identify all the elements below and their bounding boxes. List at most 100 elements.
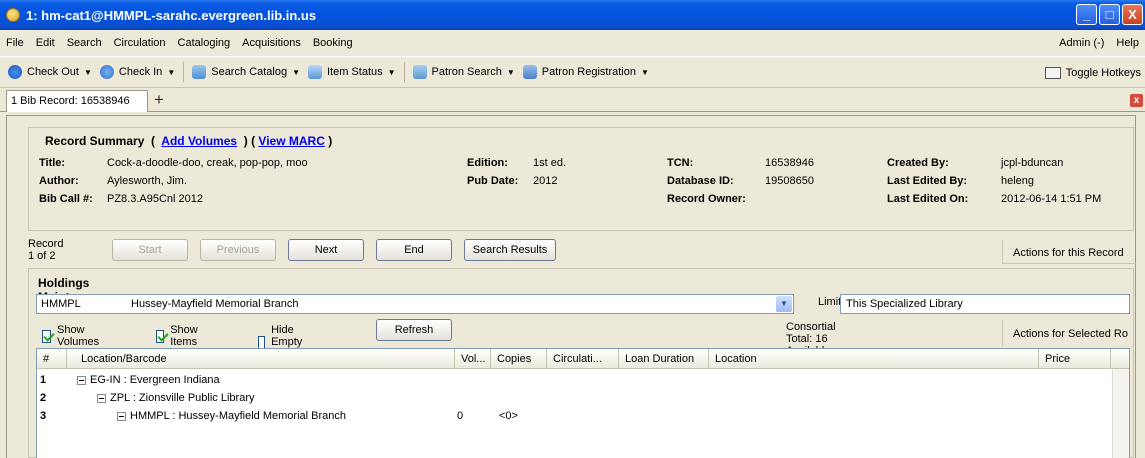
start-button[interactable]: Start: [112, 239, 188, 261]
menu-cataloging[interactable]: Cataloging: [172, 37, 237, 49]
last-edited-by-label: Last Edited By:: [887, 175, 968, 187]
created-by-label: Created By:: [887, 157, 949, 169]
item-status-icon: [307, 65, 322, 79]
menu-edit[interactable]: Edit: [30, 37, 61, 49]
menu-admin[interactable]: Admin (-): [1053, 37, 1110, 49]
edition-value: 1st ed.: [533, 157, 567, 169]
toolbar-separator: [403, 62, 405, 82]
database-id-label: Database ID:: [667, 175, 734, 187]
check-in-button[interactable]: Check In ▼: [96, 60, 179, 84]
chevron-down-icon: ▼: [387, 67, 396, 77]
previous-button[interactable]: Previous: [200, 239, 276, 261]
tree-header: # Location/Barcode Vol... Copies Circula…: [37, 349, 1129, 369]
menu-file[interactable]: File: [0, 37, 30, 49]
title-value: Cock-a-doodle-doo, creak, pop-pop, moo: [107, 157, 308, 169]
pub-date-value: 2012: [533, 175, 558, 187]
collapse-icon[interactable]: [117, 411, 126, 421]
patron-search-button[interactable]: Patron Search ▼: [409, 60, 519, 84]
view-marc-link[interactable]: View MARC: [258, 134, 324, 148]
menu-booking[interactable]: Booking: [307, 37, 359, 49]
actions-for-selected-menu[interactable]: Actions for Selected Ro: [1002, 320, 1138, 346]
search-catalog-icon: [192, 65, 207, 79]
record-summary-heading: Record Summary ( Add Volumes ) ( View MA…: [45, 134, 333, 148]
column-header-location[interactable]: Location: [709, 349, 1039, 369]
record-owner-label: Record Owner:: [667, 193, 746, 205]
patron-search-icon: [412, 65, 427, 79]
record-count: Record 1 of 2: [28, 238, 64, 262]
edition-label: Edition:: [467, 157, 508, 169]
chevron-down-icon: ▼: [506, 67, 515, 77]
holdings-tree[interactable]: # Location/Barcode Vol... Copies Circula…: [36, 348, 1130, 458]
minimize-button[interactable]: _: [1076, 4, 1097, 25]
patron-registration-button[interactable]: Patron Registration ▼: [519, 60, 653, 84]
chevron-down-icon: ▼: [292, 67, 300, 77]
column-header-loan-duration[interactable]: Loan Duration: [619, 349, 709, 369]
chevron-down-icon: ▼: [167, 67, 176, 77]
window-title: 1: hm-cat1@HMMPL-sarahc.evergreen.lib.in…: [26, 7, 317, 23]
maximize-button[interactable]: □: [1099, 4, 1120, 25]
copies-cell: <0>: [499, 410, 518, 422]
table-row[interactable]: 3 HMMPL : Hussey-Mayfield Memorial Branc…: [37, 407, 1129, 425]
chevron-down-icon: ▼: [83, 67, 92, 77]
title-label: Title:: [39, 157, 66, 169]
show-items-checkbox[interactable]: Show Items: [156, 324, 203, 348]
collapse-icon[interactable]: [97, 393, 106, 403]
show-volumes-checkbox[interactable]: Show Volumes: [42, 324, 103, 348]
add-volumes-link[interactable]: Add Volumes: [161, 134, 237, 148]
checkin-icon: [99, 65, 114, 79]
search-catalog-button[interactable]: Search Catalog ▼: [188, 60, 304, 84]
tree-scrollbar[interactable]: [1112, 369, 1129, 458]
database-id-value: 19508650: [765, 175, 814, 187]
created-by-value: jcpl-bduncan: [1001, 157, 1064, 169]
toolbar-separator: [183, 62, 185, 82]
checkbox-checked-icon: [156, 329, 165, 343]
window-titlebar: 1: hm-cat1@HMMPL-sarahc.evergreen.lib.in…: [0, 0, 1145, 30]
column-header-volumes[interactable]: Vol...: [455, 349, 491, 369]
tcn-value: 16538946: [765, 157, 814, 169]
chevron-down-icon: ▼: [640, 67, 649, 77]
column-header-copies[interactable]: Copies: [491, 349, 547, 369]
table-row[interactable]: 2 ZPL : Zionsville Public Library: [37, 389, 1129, 407]
item-status-button[interactable]: Item Status ▼: [304, 60, 400, 84]
column-header-price[interactable]: Price: [1039, 349, 1111, 369]
end-button[interactable]: End: [376, 239, 452, 261]
table-row[interactable]: 1 EG-IN : Evergreen Indiana: [37, 371, 1129, 389]
tab-strip: 1 Bib Record: 16538946 + x: [0, 88, 1145, 112]
close-window-button[interactable]: X: [1122, 4, 1143, 25]
bib-call-value: PZ8.3.A95Cnl 2012: [107, 193, 204, 205]
checkbox-unchecked-icon: [258, 335, 266, 349]
author-label: Author:: [39, 175, 79, 187]
menu-search[interactable]: Search: [61, 37, 108, 49]
volumes-cell: 0: [457, 410, 464, 422]
toggle-hotkeys-button[interactable]: Toggle Hotkeys: [1041, 57, 1145, 89]
toolbar: Check Out ▼ Check In ▼ Search Catalog ▼ Ite…: [0, 56, 1145, 88]
collapse-icon[interactable]: [77, 375, 86, 385]
last-edited-by-value: heleng: [1001, 175, 1035, 187]
chevron-down-icon: ▼: [776, 296, 792, 312]
app-icon: [6, 8, 20, 22]
search-results-button[interactable]: Search Results: [464, 239, 556, 261]
column-header-circulation[interactable]: Circulati...: [547, 349, 619, 369]
actions-for-record-menu[interactable]: Actions for this Record: [1002, 240, 1136, 264]
tab-bib-record[interactable]: 1 Bib Record: 16538946: [6, 90, 148, 112]
menu-help[interactable]: Help: [1110, 37, 1145, 49]
menu-acquisitions[interactable]: Acquisitions: [236, 37, 307, 49]
author-value: Aylesworth, Jim.: [107, 175, 187, 187]
pub-date-label: Pub Date:: [467, 175, 519, 187]
last-edited-on-label: Last Edited On:: [887, 193, 969, 205]
last-edited-on-value: 2012-06-14 1:51 PM: [1001, 193, 1102, 205]
check-out-button[interactable]: Check Out ▼: [4, 60, 96, 84]
bib-call-label: Bib Call #:: [39, 193, 93, 205]
menubar: File Edit Search Circulation Cataloging …: [0, 30, 1145, 56]
close-tab-icon[interactable]: x: [1130, 94, 1143, 107]
refresh-button[interactable]: Refresh: [376, 319, 452, 341]
tcn-label: TCN:: [667, 157, 694, 169]
next-button[interactable]: Next: [288, 239, 364, 261]
checkbox-checked-icon: [42, 329, 51, 343]
add-tab-button[interactable]: +: [154, 90, 164, 110]
column-header-number[interactable]: #: [37, 349, 67, 369]
limit-field[interactable]: This Specialized Library: [840, 294, 1130, 314]
column-header-location-barcode[interactable]: Location/Barcode: [75, 349, 455, 369]
menu-circulation[interactable]: Circulation: [108, 37, 172, 49]
library-select[interactable]: HMMPL Hussey-Mayfield Memorial Branch ▼: [36, 294, 794, 314]
